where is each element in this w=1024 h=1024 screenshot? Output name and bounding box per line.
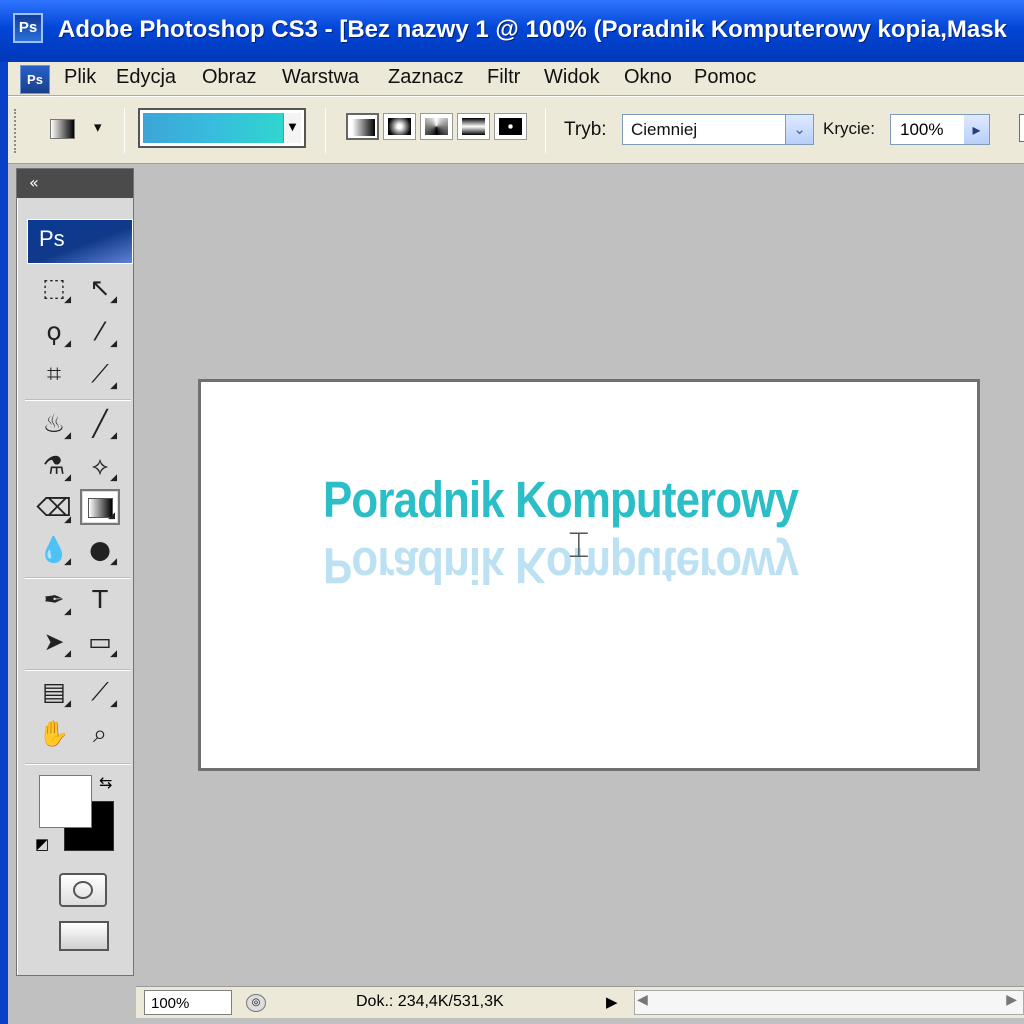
document-canvas[interactable]: Poradnik Komputerowy Poradnik Komputerow… <box>198 379 980 771</box>
toolbox: « Ps ⬚ ◢ ↖ ◢ ϙ ◢ ⁄ ◢ ⌗ ⟋ ◢ ♨ ◢ ╱ ◢ ⚗ ◢ ⟡ ◢ ⌫ ◢ ◢ 💧… <box>16 168 134 976</box>
text-layer[interactable]: Poradnik Komputerowy <box>323 470 799 529</box>
menu-warstwa[interactable]: Warstwa <box>282 66 359 89</box>
pen-tool-icon[interactable]: ✒ ◢ <box>34 583 74 619</box>
clone-stamp-tool-icon[interactable]: ⚗ ◢ <box>34 449 74 485</box>
reverse-checkbox[interactable] <box>1019 114 1024 142</box>
quick-mask-button[interactable] <box>59 873 107 907</box>
dodge-tool-icon[interactable]: ● ◢ <box>80 533 120 569</box>
zoom-field[interactable]: 100% <box>144 990 232 1015</box>
document-size-info: Dok.: 234,4K/531,3K <box>356 993 504 1010</box>
toolbox-ps-logo[interactable]: Ps <box>27 219 133 264</box>
blur-tool-icon[interactable]: 💧 ◢ <box>34 533 74 569</box>
tool-separator <box>25 763 131 765</box>
eraser-tool-icon[interactable]: ⌫ ◢ <box>34 491 74 527</box>
scroll-right-icon[interactable]: ▶ <box>1006 992 1017 1008</box>
chevron-down-icon[interactable]: ▼ <box>283 113 301 143</box>
menu-zaznacz[interactable]: Zaznacz <box>388 66 464 89</box>
tool-separator <box>25 577 131 579</box>
opacity-field[interactable]: 100% ▸ <box>890 114 990 145</box>
menu-edycja[interactable]: Edycja <box>116 66 176 89</box>
photoshop-app-icon: Ps <box>13 13 43 43</box>
notes-tool-icon[interactable]: ▤ ◢ <box>34 675 74 711</box>
menu-filtr[interactable]: Filtr <box>487 66 520 89</box>
menu-bar: Ps Plik Edycja Obraz Warstwa Zaznacz Fil… <box>8 62 1024 96</box>
linear-gradient-button[interactable] <box>346 113 379 140</box>
radial-gradient-button[interactable] <box>383 113 416 140</box>
magic-wand-tool-icon[interactable]: ⁄ ◢ <box>80 315 120 351</box>
scroll-left-icon[interactable]: ◀ <box>637 992 648 1008</box>
options-bar: ▾ ▼ Tryb: Ciemniej ⌄ Krycie: 100% ▸ <box>8 96 1024 164</box>
blend-mode-select[interactable]: Ciemniej ⌄ <box>622 114 814 145</box>
path-selection-tool-icon[interactable]: ➤ ◢ <box>34 625 74 661</box>
menu-widok[interactable]: Widok <box>544 66 600 89</box>
status-menu-arrow-icon[interactable]: ▶ <box>606 993 618 1011</box>
quick-mask-icon <box>73 881 93 899</box>
menu-plik[interactable]: Plik <box>64 66 96 89</box>
history-brush-tool-icon[interactable]: ⟡ ◢ <box>80 449 120 485</box>
move-tool-icon[interactable]: ↖ ◢ <box>80 271 120 307</box>
chevron-right-icon[interactable]: ▸ <box>964 115 989 144</box>
gradient-tool-icon[interactable]: ◢ <box>80 489 120 525</box>
options-separator <box>124 108 125 153</box>
slice-tool-icon[interactable]: ⟋ ◢ <box>80 357 120 393</box>
brush-tool-icon[interactable]: ╱ ◢ <box>80 407 120 443</box>
title-bar: Ps Adobe Photoshop CS3 - [Bez nazwy 1 @ … <box>0 0 1024 62</box>
lasso-tool-icon[interactable]: ϙ ◢ <box>34 315 74 351</box>
mode-label: Tryb: <box>564 119 607 140</box>
text-cursor-icon: ⌶ <box>568 525 590 566</box>
tool-preset-picker[interactable]: ▾ <box>42 113 114 145</box>
crop-tool-icon[interactable]: ⌗ <box>34 357 74 393</box>
options-bar-grip[interactable] <box>14 109 18 153</box>
opacity-value: 100% <box>900 120 944 139</box>
document-menu-icon[interactable]: Ps <box>20 65 50 94</box>
gradient-picker[interactable]: ▼ <box>138 108 306 148</box>
zoom-tool-icon[interactable]: ⌕ <box>80 717 120 753</box>
toolbox-header[interactable]: « <box>17 169 133 198</box>
blend-mode-value: Ciemniej <box>631 120 698 139</box>
tool-separator <box>25 399 131 401</box>
swap-colors-icon[interactable]: ⇆ <box>99 773 112 792</box>
hand-tool-icon[interactable]: ✋ <box>34 717 74 753</box>
text-reflection-layer[interactable]: Poradnik Komputerowy <box>323 536 798 595</box>
menu-okno[interactable]: Okno <box>624 66 672 89</box>
rectangle-tool-icon[interactable]: ▭ ◢ <box>80 625 120 661</box>
status-bar: 100% ◎ Dok.: 234,4K/531,3K ▶ ◀ ▶ <box>136 986 1024 1018</box>
options-separator <box>545 108 546 153</box>
type-tool-icon[interactable]: T <box>80 583 120 619</box>
diamond-gradient-button[interactable] <box>494 113 527 140</box>
screen-mode-button[interactable] <box>59 921 109 951</box>
zoom-value: 100% <box>151 995 190 1012</box>
rectangular-marquee-tool-icon[interactable]: ⬚ ◢ <box>34 271 74 307</box>
menu-pomoc[interactable]: Pomoc <box>694 66 756 89</box>
gradient-tool-preset-icon <box>50 119 75 139</box>
chevron-down-icon: ▾ <box>94 118 102 136</box>
photoshop-window: Ps Adobe Photoshop CS3 - [Bez nazwy 1 @ … <box>0 0 1024 1024</box>
gradient-preview <box>143 113 284 143</box>
tool-separator <box>25 669 131 671</box>
healing-brush-tool-icon[interactable]: ♨ ◢ <box>34 407 74 443</box>
opacity-label: Krycie: <box>823 119 875 138</box>
chevron-down-icon[interactable]: ⌄ <box>785 115 813 144</box>
menu-obraz[interactable]: Obraz <box>202 66 256 89</box>
collapse-icon[interactable]: « <box>29 173 39 192</box>
eyedropper-tool-icon[interactable]: ⟋ ◢ <box>80 675 120 711</box>
foreground-color-swatch[interactable] <box>39 775 92 828</box>
reflected-gradient-button[interactable] <box>457 113 490 140</box>
horizontal-scrollbar[interactable]: ◀ ▶ <box>634 990 1024 1015</box>
window-title: Adobe Photoshop CS3 - [Bez nazwy 1 @ 100… <box>58 16 1007 43</box>
status-info-icon[interactable]: ◎ <box>246 994 266 1012</box>
options-separator <box>325 108 326 153</box>
angle-gradient-button[interactable] <box>420 113 453 140</box>
default-colors-icon[interactable]: ◩ <box>35 835 49 853</box>
